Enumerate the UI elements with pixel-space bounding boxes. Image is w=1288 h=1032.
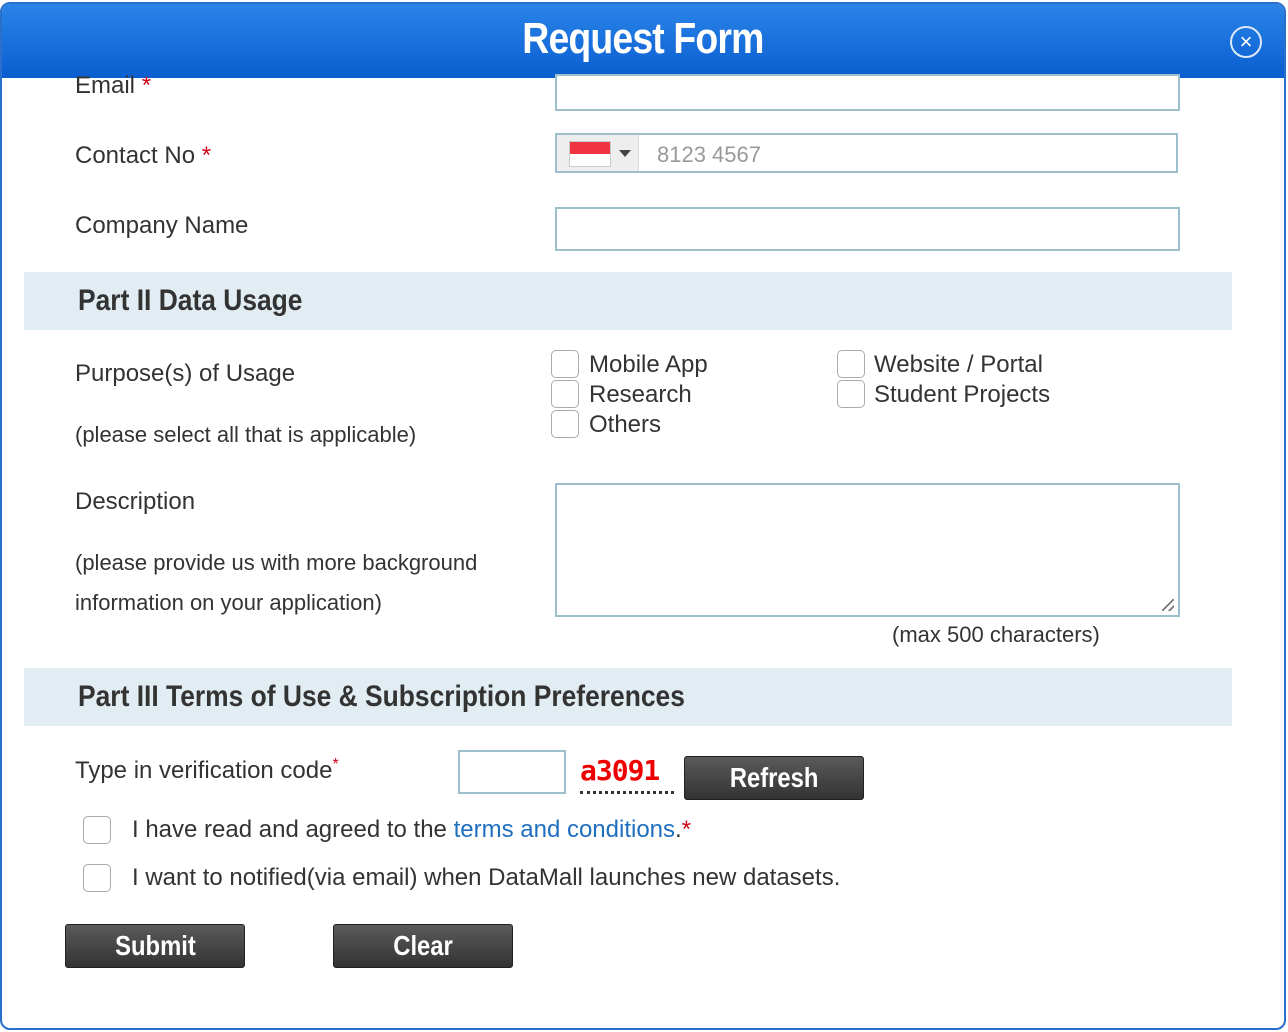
description-hint: information on your application) (75, 590, 382, 615)
chevron-down-icon (619, 150, 631, 163)
verification-input[interactable] (458, 750, 566, 794)
verification-label: Type in verification code* (75, 756, 339, 784)
option-label: Website / Portal (874, 351, 1043, 378)
description-label: Description (75, 488, 196, 515)
contact-label: Contact No * (75, 142, 212, 169)
checkbox-others[interactable] (551, 410, 579, 438)
checkbox-notify[interactable] (83, 864, 111, 892)
max-chars-hint: (max 500 characters) (892, 622, 1100, 647)
singapore-flag-icon (569, 141, 611, 167)
section-part-2: Part II Data Usage (24, 272, 1232, 330)
contact-input[interactable]: 8123 4567 (555, 133, 1178, 173)
checkbox-agree-terms[interactable] (83, 816, 111, 844)
purpose-hint: (please select all that is applicable) (75, 422, 417, 447)
country-selector[interactable] (557, 135, 639, 171)
request-form-modal: Request Form × Email * Contact No * 8123… (0, 2, 1286, 1030)
checkbox-website-portal[interactable] (837, 350, 865, 378)
checkbox-student-projects[interactable] (837, 380, 865, 408)
purpose-label: Purpose(s) of Usage (75, 360, 296, 387)
captcha-image: a3091 (580, 754, 674, 794)
close-icon[interactable]: × (1230, 26, 1262, 58)
modal-title: Request Form (522, 14, 764, 63)
company-input[interactable] (555, 207, 1180, 251)
modal-header: Request Form × (2, 4, 1284, 78)
checkbox-mobile-app[interactable] (551, 350, 579, 378)
contact-placeholder: 8123 4567 (657, 142, 761, 167)
option-label: Mobile App (589, 351, 708, 378)
clear-button[interactable]: Clear (333, 924, 513, 968)
resize-handle-icon[interactable] (1162, 599, 1174, 611)
description-hint: (please provide us with more background (75, 550, 478, 575)
email-label: Email * (75, 72, 152, 99)
company-label: Company Name (75, 212, 249, 239)
refresh-button[interactable]: Refresh (684, 756, 864, 800)
description-textarea[interactable] (555, 483, 1180, 617)
terms-link[interactable]: terms and conditions (454, 816, 675, 843)
option-label: Student Projects (874, 381, 1051, 408)
option-label: Others (589, 411, 662, 438)
checkbox-research[interactable] (551, 380, 579, 408)
agree-terms-label: I have read and agreed to the terms and … (132, 816, 692, 843)
section-part-3: Part III Terms of Use & Subscription Pre… (24, 668, 1232, 726)
notify-label: I want to notified(via email) when DataM… (132, 864, 841, 891)
submit-button[interactable]: Submit (65, 924, 245, 968)
option-label: Research (589, 381, 692, 408)
email-input[interactable] (555, 74, 1180, 111)
